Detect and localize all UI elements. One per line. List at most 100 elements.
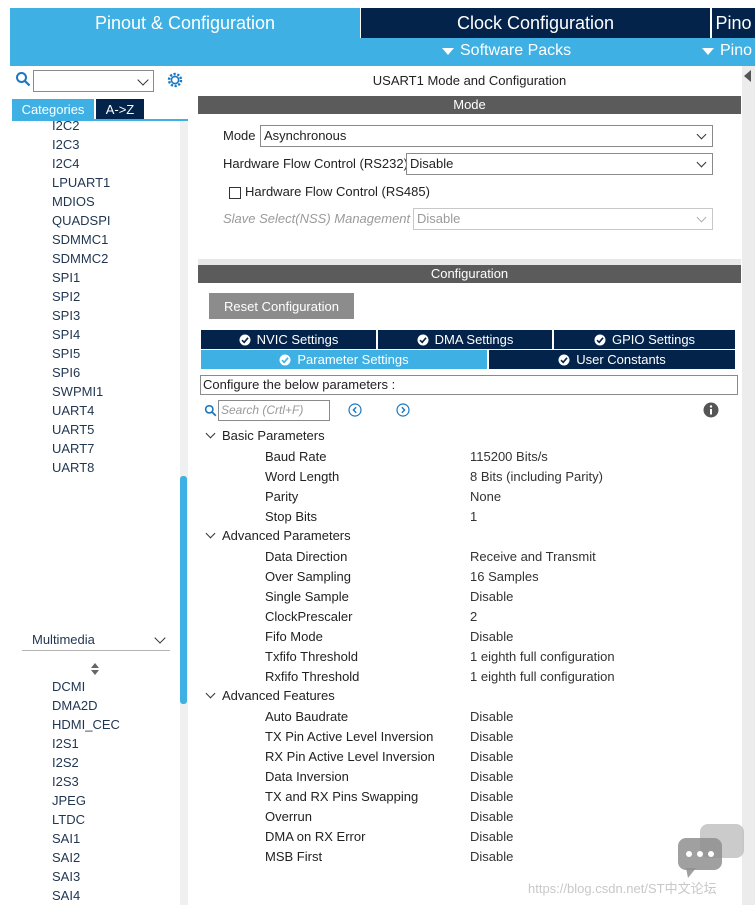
param-value[interactable]: Receive and Transmit — [470, 549, 596, 564]
sidebar-item-quadspi[interactable]: QUADSPI — [30, 211, 158, 230]
param-row-baud-rate[interactable]: Baud Rate 115200 Bits/s — [197, 447, 742, 467]
param-value[interactable]: Disable — [470, 769, 513, 784]
param-row-rxfifo-threshold[interactable]: Rxfifo Threshold 1 eighth full configurat… — [197, 667, 742, 687]
tab-clock-configuration[interactable]: Clock Configuration — [361, 8, 710, 38]
tab-a-to-z[interactable]: A->Z — [96, 99, 144, 119]
param-value[interactable]: 2 — [470, 609, 477, 624]
param-value[interactable]: 1 eighth full configuration — [470, 669, 615, 684]
sidebar-item-jpeg[interactable]: JPEG — [30, 791, 158, 810]
tab-gpio-settings[interactable]: GPIO Settings — [554, 330, 735, 349]
param-row-single-sample[interactable]: Single Sample Disable — [197, 587, 742, 607]
section-basic-parameters[interactable]: Basic Parameters — [205, 428, 325, 443]
param-row-stop-bits[interactable]: Stop Bits 1 — [197, 507, 742, 527]
sidebar-item-spi4[interactable]: SPI4 — [30, 325, 158, 344]
section-advanced-parameters[interactable]: Advanced Parameters — [205, 528, 351, 543]
sidebar-item-i2c3[interactable]: I2C3 — [30, 135, 158, 154]
param-value[interactable]: Disable — [470, 589, 513, 604]
sidebar-item-mdios[interactable]: MDIOS — [30, 192, 158, 211]
rs485-checkbox[interactable] — [229, 187, 241, 199]
sidebar-item-uart8[interactable]: UART8 — [30, 458, 158, 476]
mode-select[interactable]: Asynchronous — [260, 125, 713, 147]
param-value[interactable]: 1 eighth full configuration — [470, 649, 615, 664]
param-value[interactable]: Disable — [470, 629, 513, 644]
sidebar-item-uart7[interactable]: UART7 — [30, 439, 158, 458]
param-row-msb-first[interactable]: MSB First Disable — [197, 847, 742, 867]
reset-configuration-button[interactable]: Reset Configuration — [209, 293, 354, 319]
tab-dma-settings[interactable]: DMA Settings — [378, 330, 552, 349]
component-search-combobox[interactable] — [33, 70, 154, 92]
parameter-search-input[interactable]: Search (Crtl+F) — [218, 400, 330, 421]
param-row-data-direction[interactable]: Data Direction Receive and Transmit — [197, 547, 742, 567]
param-row-auto-baudrate[interactable]: Auto Baudrate Disable — [197, 707, 742, 727]
sidebar-item-sai3[interactable]: SAI3 — [30, 867, 158, 886]
nss-management-select[interactable]: Disable — [413, 208, 713, 230]
sidebar-item-spi5[interactable]: SPI5 — [30, 344, 158, 363]
param-row-dma-on-rx-error[interactable]: DMA on RX Error Disable — [197, 827, 742, 847]
param-row-fifo-mode[interactable]: Fifo Mode Disable — [197, 627, 742, 647]
sidebar-item-spi1[interactable]: SPI1 — [30, 268, 158, 287]
sidebar-item-i2s1[interactable]: I2S1 — [30, 734, 158, 753]
sidebar-item-spi6[interactable]: SPI6 — [30, 363, 158, 382]
param-value[interactable]: 115200 Bits/s — [470, 449, 548, 464]
gear-icon[interactable] — [166, 71, 184, 89]
software-packs-menu[interactable]: Software Packs — [442, 42, 571, 60]
tab-nvic-settings[interactable]: NVIC Settings — [201, 330, 376, 349]
hw-flow-rs232-select[interactable]: Disable — [406, 153, 713, 175]
category-header-multimedia[interactable]: Multimedia — [22, 629, 170, 651]
param-value[interactable]: Disable — [470, 709, 513, 724]
param-value[interactable]: 1 — [470, 509, 477, 524]
sidebar-item-i2c4[interactable]: I2C4 — [30, 154, 158, 173]
param-value[interactable]: Disable — [470, 789, 513, 804]
param-value[interactable]: 8 Bits (including Parity) — [470, 469, 603, 484]
param-row-tx-pin-active-level-inversion[interactable]: TX Pin Active Level Inversion Disable — [197, 727, 742, 747]
param-row-txfifo-threshold[interactable]: Txfifo Threshold 1 eighth full configurat… — [197, 647, 742, 667]
sidebar-item-uart5[interactable]: UART5 — [30, 420, 158, 439]
param-row-rx-pin-active-level-inversion[interactable]: RX Pin Active Level Inversion Disable — [197, 747, 742, 767]
previous-match-icon[interactable] — [348, 403, 362, 417]
section-advanced-features[interactable]: Advanced Features — [205, 688, 335, 703]
param-row-parity[interactable]: Parity None — [197, 487, 742, 507]
sidebar-item-sdmmc1[interactable]: SDMMC1 — [30, 230, 158, 249]
sidebar-item-i2c2[interactable]: I2C2 — [30, 121, 158, 135]
param-value[interactable]: Disable — [470, 849, 513, 864]
param-row-over-sampling[interactable]: Over Sampling 16 Samples — [197, 567, 742, 587]
tab-parameter-settings[interactable]: Parameter Settings — [201, 350, 487, 369]
param-value[interactable]: 16 Samples — [470, 569, 539, 584]
right-collapse-strip[interactable] — [742, 66, 755, 905]
param-row-overrun[interactable]: Overrun Disable — [197, 807, 742, 827]
pinout-menu[interactable]: Pino — [702, 42, 752, 60]
next-match-icon[interactable] — [396, 403, 410, 417]
sidebar-item-lpuart1[interactable]: LPUART1 — [30, 173, 158, 192]
sidebar-item-sai2[interactable]: SAI2 — [30, 848, 158, 867]
param-value[interactable]: None — [470, 489, 501, 504]
sidebar-item-spi3[interactable]: SPI3 — [30, 306, 158, 325]
sidebar-item-dma2d[interactable]: DMA2D — [30, 696, 158, 715]
sidebar-item-sai1[interactable]: SAI1 — [30, 829, 158, 848]
sidebar-item-dcmi[interactable]: DCMI — [30, 677, 158, 696]
param-value[interactable]: Disable — [470, 749, 513, 764]
sort-icon[interactable] — [90, 662, 100, 676]
tab-categories[interactable]: Categories — [12, 99, 94, 119]
sidebar-item-i2s2[interactable]: I2S2 — [30, 753, 158, 772]
param-row-word-length[interactable]: Word Length 8 Bits (including Parity) — [197, 467, 742, 487]
sidebar-item-hdmi_cec[interactable]: HDMI_CEC — [30, 715, 158, 734]
param-row-clockprescaler[interactable]: ClockPrescaler 2 — [197, 607, 742, 627]
info-icon[interactable] — [703, 402, 719, 418]
param-value[interactable]: Disable — [470, 729, 513, 744]
param-value[interactable]: Disable — [470, 809, 513, 824]
param-row-data-inversion[interactable]: Data Inversion Disable — [197, 767, 742, 787]
sidebar-item-ltdc[interactable]: LTDC — [30, 810, 158, 829]
sidebar-item-i2s3[interactable]: I2S3 — [30, 772, 158, 791]
sidebar-item-uart4[interactable]: UART4 — [30, 401, 158, 420]
tab-user-constants[interactable]: User Constants — [489, 350, 735, 369]
tab-pinout-configuration[interactable]: Pinout & Configuration — [10, 8, 360, 38]
sidebar-item-sai4[interactable]: SAI4 — [30, 886, 158, 905]
sidebar-item-spi2[interactable]: SPI2 — [30, 287, 158, 306]
sidebar-item-swpmi1[interactable]: SWPMI1 — [30, 382, 158, 401]
sidebar-item-sdmmc2[interactable]: SDMMC2 — [30, 249, 158, 268]
tab-pinout-view[interactable]: Pino — [712, 8, 755, 38]
param-row-tx-and-rx-pins-swapping[interactable]: TX and RX Pins Swapping Disable — [197, 787, 742, 807]
param-value[interactable]: Disable — [470, 829, 513, 844]
sidebar-scrollbar-thumb[interactable] — [180, 476, 187, 704]
collapse-arrow-icon[interactable] — [744, 70, 751, 82]
